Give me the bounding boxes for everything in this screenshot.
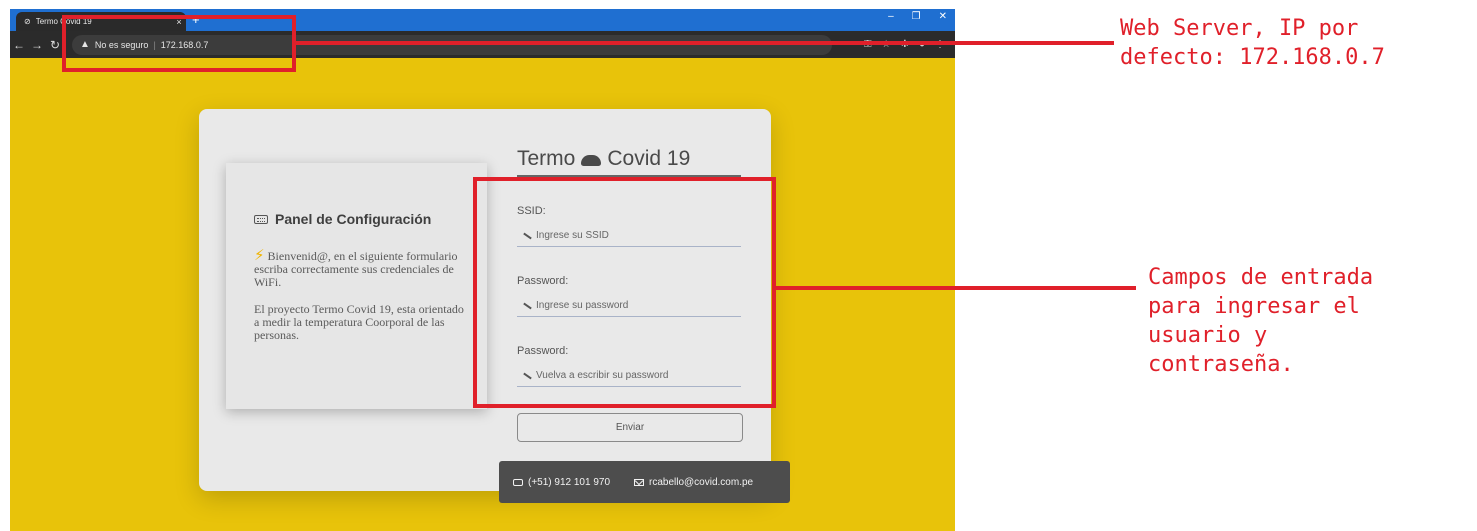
address-highlight-box	[62, 15, 296, 72]
contact-email[interactable]: rcabello@covid.com.pe	[634, 477, 753, 488]
project-paragraph: El proyecto Termo Covid 19, esta orienta…	[254, 302, 464, 342]
fields-highlight-box	[473, 177, 776, 408]
minimize-button[interactable]: –	[888, 11, 894, 22]
server-callout: Web Server, IP por defecto: 172.168.0.7	[1120, 16, 1385, 70]
contact-footer: (+51) 912 101 970 rcabello@covid.com.pe	[499, 461, 790, 503]
panel-title: Panel de Configuración	[254, 211, 467, 227]
address-connector-line	[294, 41, 1114, 45]
forward-arrow-icon[interactable]: →	[28, 38, 46, 52]
fields-connector-line	[774, 286, 1136, 290]
tab-favicon-icon: ⊘	[24, 17, 31, 26]
brand-right: Covid 19	[607, 147, 691, 170]
contact-phone: (+51) 912 101 970	[513, 477, 610, 488]
window-controls: – ❐ ✕	[888, 11, 947, 22]
screenshot-stage: ⊘ Termo Covid 19 × + – ❐ ✕ ← → ↻ ▲ No es…	[0, 0, 1477, 531]
welcome-paragraph: ⚡ Bienvenid@, en el siguiente formulario…	[254, 248, 467, 289]
info-panel: Panel de Configuración ⚡ Bienvenid@, en …	[226, 163, 487, 409]
brand-left: Termo	[517, 147, 576, 170]
submit-button[interactable]: Enviar	[517, 413, 743, 442]
brand-heading: Termo Covid 19	[517, 147, 741, 177]
email-text: rcabello@covid.com.pe	[649, 476, 754, 488]
phone-icon	[513, 478, 523, 486]
keyboard-icon	[254, 214, 268, 224]
panel-title-text: Panel de Configuración	[275, 211, 432, 227]
back-arrow-icon[interactable]: ←	[10, 38, 28, 52]
mail-icon	[634, 478, 645, 486]
phone-text: (+51) 912 101 970	[528, 476, 611, 488]
welcome-text: Bienvenid@, en el siguiente formulario e…	[254, 249, 458, 289]
fields-callout: Campos de entrada para ingresar el usuar…	[1148, 265, 1374, 377]
maximize-button[interactable]: ❐	[912, 11, 921, 22]
close-window-button[interactable]: ✕	[939, 11, 947, 22]
cloud-icon	[581, 155, 602, 166]
